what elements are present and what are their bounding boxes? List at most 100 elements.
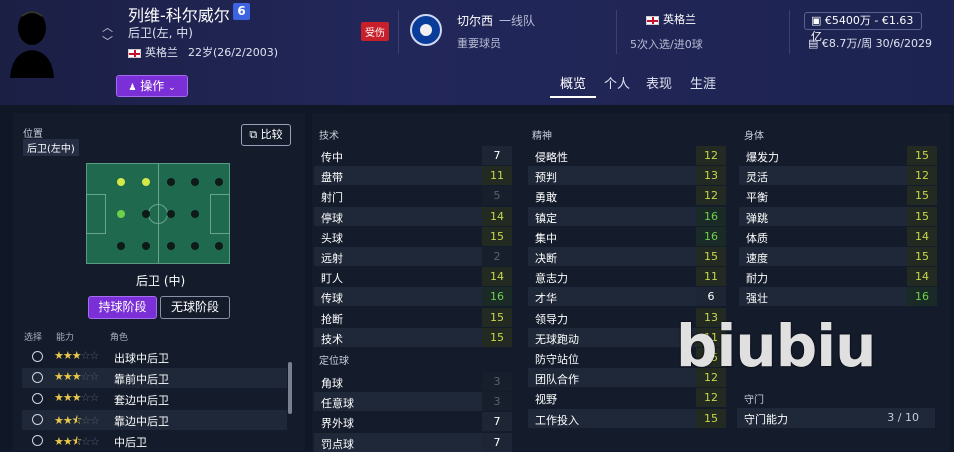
role-radio[interactable]	[32, 372, 43, 383]
out-of-possession-button[interactable]: 无球阶段	[160, 296, 230, 319]
attribute-name: 角球	[321, 377, 343, 390]
tab-performance[interactable]: 表现	[646, 73, 672, 92]
role-row[interactable]: ★★★☆☆ 靠前中后卫	[22, 368, 287, 388]
role-radio[interactable]	[32, 393, 43, 404]
position-dot[interactable]	[191, 242, 199, 250]
position-dot-good[interactable]	[142, 178, 150, 186]
attribute-row[interactable]: 盘带 11	[314, 166, 512, 186]
club-name[interactable]: 切尔西 一线队	[457, 12, 535, 29]
star-icon: ★	[54, 435, 64, 448]
star-icon: ★	[62, 349, 73, 362]
attribute-row[interactable]: 停球 14	[314, 206, 512, 226]
attribute-row[interactable]: 盯人 14	[314, 267, 512, 287]
attribute-row[interactable]: 才华 6	[528, 287, 726, 307]
attribute-row[interactable]: 远射 2	[314, 247, 512, 266]
compare-button[interactable]: ⧉ 比较	[241, 124, 291, 146]
attribute-value: 3	[482, 392, 512, 412]
role-row[interactable]: ★★⯪☆☆ 中后卫	[22, 431, 287, 451]
attribute-row[interactable]: 体质 14	[739, 226, 937, 246]
attribute-row[interactable]: 传中 7	[314, 146, 512, 165]
role-name: 靠边中后卫	[114, 415, 169, 428]
attribute-name: 界外球	[321, 417, 354, 431]
position-dot[interactable]	[215, 178, 223, 186]
position-dot[interactable]	[191, 210, 199, 218]
club-crest-icon[interactable]	[410, 14, 442, 46]
attribute-row[interactable]: 侵略性 12	[528, 146, 726, 165]
operate-button[interactable]: ♟ 操作 ⌄	[116, 75, 188, 97]
position-dot[interactable]	[142, 242, 150, 250]
attribute-row[interactable]: 集中 16	[528, 226, 726, 246]
national-team[interactable]: 英格兰	[646, 11, 696, 27]
position-dot-natural[interactable]	[117, 210, 125, 218]
attribute-row[interactable]: 界外球 7	[314, 412, 512, 432]
chevron-down-icon[interactable]: ﹀	[102, 33, 113, 49]
header-role: 角色	[110, 333, 129, 343]
position-dot[interactable]	[167, 178, 175, 186]
squad-number: 6	[233, 3, 250, 20]
position-dot[interactable]	[191, 178, 199, 186]
attribute-value: 15	[907, 206, 937, 226]
attribute-row[interactable]: 传球 16	[314, 287, 512, 307]
role-row[interactable]: ★★⯪☆☆ 靠边中后卫	[22, 410, 287, 430]
attribute-row[interactable]: 平衡 15	[739, 186, 937, 206]
attribute-row[interactable]: 镇定 16	[528, 206, 726, 226]
star-icon: ☆	[80, 391, 91, 404]
role-radio[interactable]	[32, 351, 43, 362]
injury-badge[interactable]: 受伤	[361, 22, 389, 41]
attribute-name: 才华	[535, 292, 557, 306]
role-row[interactable]: ★★★☆☆ 套边中后卫	[22, 389, 287, 409]
attribute-row[interactable]: 强壮 16	[739, 287, 937, 307]
attribute-value: 15	[482, 327, 512, 347]
attribute-row[interactable]: 任意球 3	[314, 392, 512, 412]
attribute-row[interactable]: 爆发力 15	[739, 146, 937, 165]
attribute-name: 工作投入	[535, 413, 579, 427]
attribute-row[interactable]: 预判 13	[528, 166, 726, 186]
attribute-value: 14	[907, 267, 937, 287]
divider	[398, 10, 399, 54]
scrollbar[interactable]	[288, 362, 292, 414]
position-dot[interactable]	[117, 242, 125, 250]
attribute-value: 7	[482, 146, 512, 165]
attribute-value: 16	[482, 287, 512, 307]
star-icon: ★	[62, 391, 73, 404]
star-icon: ★	[62, 370, 73, 383]
position-dot[interactable]	[215, 242, 223, 250]
attribute-row[interactable]: 守门能力 3 / 10	[737, 408, 935, 428]
position-dot[interactable]	[167, 242, 175, 250]
role-row[interactable]: ★★★☆☆ 出球中后卫	[22, 347, 287, 367]
attribute-row[interactable]: 射门 5	[314, 186, 512, 206]
attribute-row[interactable]: 技术 15	[314, 327, 512, 347]
attribute-row[interactable]: 抢断 15	[314, 307, 512, 327]
attribute-name: 防守站位	[535, 353, 579, 366]
star-icon: ★	[71, 370, 82, 383]
tab-personal[interactable]: 个人	[604, 73, 630, 92]
attribute-row[interactable]: 灵活 12	[739, 166, 937, 186]
attribute-value: 15	[696, 408, 726, 428]
role-radio[interactable]	[32, 414, 43, 425]
role-name: 靠前中后卫	[114, 373, 169, 386]
attribute-row[interactable]: 头球 15	[314, 226, 512, 246]
position-dot[interactable]	[167, 210, 175, 218]
attribute-row[interactable]: 工作投入 15	[528, 408, 726, 428]
position-dot[interactable]	[142, 210, 150, 218]
attribute-value: 3	[482, 372, 512, 391]
watermark: biubiu	[676, 312, 876, 380]
attribute-row[interactable]: 决断 15	[528, 247, 726, 266]
attribute-row[interactable]: 视野 12	[528, 388, 726, 408]
attribute-row[interactable]: 勇敢 12	[528, 186, 726, 206]
attribute-row[interactable]: 角球 3	[314, 372, 512, 391]
attribute-row[interactable]: 速度 15	[739, 247, 937, 266]
in-possession-button[interactable]: 持球阶段	[88, 296, 157, 319]
tab-overview[interactable]: 概览	[560, 73, 586, 92]
role-radio[interactable]	[32, 435, 43, 446]
attribute-row[interactable]: 耐力 14	[739, 267, 937, 287]
attribute-row[interactable]: 意志力 11	[528, 267, 726, 287]
position-pitch[interactable]	[86, 163, 230, 264]
star-icon: ★	[62, 435, 73, 448]
tab-career[interactable]: 生涯	[690, 73, 716, 92]
attribute-row[interactable]: 罚点球 7	[314, 432, 512, 452]
transfer-value[interactable]: ▣ €5400万 - €1.63亿	[804, 12, 922, 43]
position-dot-good[interactable]	[117, 178, 125, 186]
international-caps: 5次入选/进0球	[630, 38, 703, 51]
attribute-row[interactable]: 弹跳 15	[739, 206, 937, 226]
